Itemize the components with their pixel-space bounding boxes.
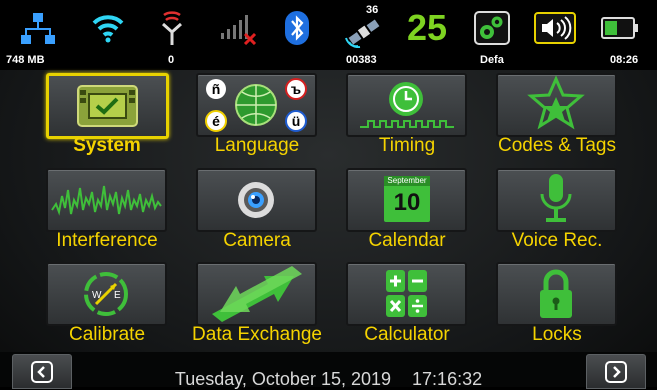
compass-east: E [114, 290, 121, 301]
wifi-icon [88, 8, 128, 48]
tile-calculator[interactable]: Calculator [324, 262, 467, 352]
memory-readout: 748 MB [6, 54, 45, 66]
bluetooth-icon [282, 8, 312, 48]
language-globe-icon: ñ ъ é ü [205, 78, 307, 132]
lang-glyph-3: é [212, 113, 220, 129]
exchange-arrows-icon [212, 266, 302, 322]
satellite-icon: 36 [344, 4, 384, 48]
device-screen: 36 25 748 MB 0 00383 Defa 08:26 System ñ… [0, 0, 657, 389]
tile-timing-button[interactable] [346, 73, 467, 137]
profile-name: Defa [480, 54, 504, 66]
settings-gears-icon[interactable] [472, 8, 512, 48]
system-icon [77, 85, 138, 127]
tile-system[interactable]: System [24, 73, 169, 163]
footer-time: 17:16:32 [412, 369, 483, 389]
satellite-count: 36 [366, 4, 379, 16]
tile-voice-rec-label: Voice Rec. [511, 230, 603, 251]
network-icon [18, 8, 58, 48]
tile-camera[interactable]: Camera [174, 168, 317, 258]
signal-wave-icon [51, 185, 162, 216]
battery-icon [600, 8, 640, 48]
tile-interference-label: Interference [56, 230, 158, 251]
tile-codes-tags-label: Codes & Tags [498, 135, 616, 156]
microphone-icon [540, 174, 572, 222]
tile-interference-button[interactable] [46, 168, 167, 232]
air-quality-value: 25 [406, 7, 448, 48]
tile-camera-label: Camera [223, 230, 291, 251]
tile-camera-button[interactable] [196, 168, 317, 232]
tile-system-label: System [73, 135, 141, 156]
compass-icon: WE [84, 272, 128, 316]
compass-west: W [92, 290, 102, 301]
tile-data-exchange[interactable]: Data Exchange [174, 262, 322, 352]
antenna-count: 0 [168, 54, 175, 66]
tile-locks[interactable]: Locks [474, 262, 617, 352]
tile-system-button[interactable] [46, 73, 169, 139]
tile-codes-tags-button[interactable] [496, 73, 617, 137]
tile-calibrate[interactable]: WE Calibrate [24, 262, 167, 352]
tile-calibrate-label: Calibrate [68, 324, 146, 345]
lang-glyph-1: ñ [212, 81, 221, 97]
calculator-icon [386, 270, 427, 317]
tile-timing-label: Timing [378, 135, 436, 156]
tile-calendar-button[interactable]: September 10 [346, 168, 467, 232]
tile-language-button[interactable]: ñ ъ é ü [196, 73, 317, 137]
tile-calculator-label: Calculator [364, 324, 450, 345]
lock-icon [540, 269, 572, 318]
antenna-icon [152, 8, 192, 48]
tile-locks-button[interactable] [496, 262, 617, 326]
clock-icon [360, 82, 454, 128]
tile-calendar-label: Calendar [368, 230, 446, 251]
tile-locks-label: Locks [532, 324, 582, 345]
camera-icon [238, 182, 274, 218]
tile-codes-tags[interactable]: Codes & Tags [474, 73, 617, 163]
calendar-icon: September 10 [384, 176, 430, 222]
tile-language[interactable]: ñ ъ é ü Language [174, 73, 317, 163]
status-clock: 08:26 [610, 54, 639, 66]
tile-calculator-button[interactable] [346, 262, 467, 326]
lang-glyph-4: ü [292, 113, 301, 129]
tile-voice-rec-button[interactable] [496, 168, 617, 232]
cellular-signal-icon [218, 8, 260, 48]
tile-language-label: Language [214, 135, 300, 156]
lang-glyph-2: ъ [291, 81, 301, 97]
footer-date: Tuesday, October 15, 2019 [174, 369, 392, 389]
calendar-day: 10 [393, 189, 421, 216]
tile-data-exchange-button[interactable] [196, 262, 317, 326]
tile-data-exchange-label: Data Exchange [192, 324, 322, 345]
star-icon [527, 75, 585, 130]
volume-icon[interactable] [533, 8, 577, 48]
tile-calendar[interactable]: September 10 Calendar [324, 168, 467, 258]
position-count: 00383 [346, 54, 377, 66]
calendar-month: September [384, 176, 430, 186]
air-quality-indicator: 25 [402, 4, 452, 52]
tile-interference[interactable]: Interference [24, 168, 167, 258]
status-bar: 36 25 748 MB 0 00383 Defa 08:26 [0, 0, 657, 70]
tile-calibrate-button[interactable]: WE [46, 262, 167, 326]
tile-voice-rec[interactable]: Voice Rec. [474, 168, 617, 258]
tile-timing[interactable]: Timing [324, 73, 467, 163]
